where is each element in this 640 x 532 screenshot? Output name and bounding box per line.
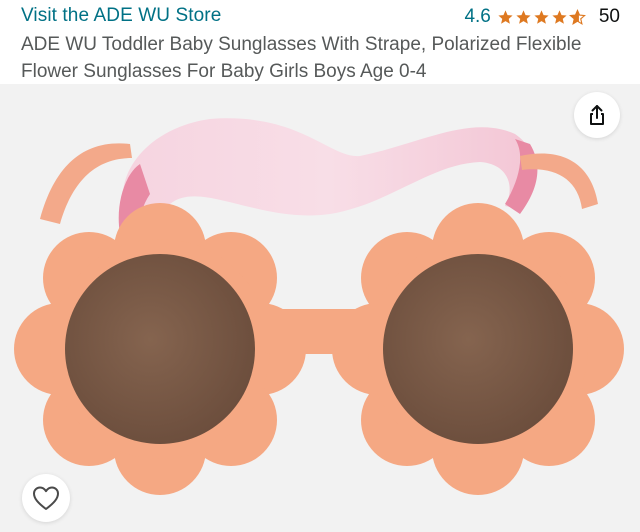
star-icon xyxy=(534,9,549,24)
rating-value: 4.6 xyxy=(464,6,491,27)
star-icon xyxy=(516,9,531,24)
rating-count: 50 xyxy=(598,6,620,27)
star-half-icon xyxy=(568,8,586,25)
wishlist-button[interactable] xyxy=(22,474,70,522)
star-icon xyxy=(498,9,513,24)
rating-summary[interactable]: 4.6 50 xyxy=(464,5,620,29)
heart-icon xyxy=(33,486,59,510)
share-button[interactable] xyxy=(574,92,620,138)
store-link[interactable]: Visit the ADE WU Store xyxy=(21,5,221,27)
share-icon xyxy=(590,105,604,125)
star-rating xyxy=(497,8,587,26)
product-image-gallery[interactable] xyxy=(0,84,640,532)
product-image[interactable] xyxy=(0,84,640,532)
product-header: Visit the ADE WU Store 4.6 50 ADE WU Tod… xyxy=(0,0,640,84)
product-title: ADE WU Toddler Baby Sunglasses With Stra… xyxy=(21,34,582,82)
star-icon xyxy=(552,9,567,24)
